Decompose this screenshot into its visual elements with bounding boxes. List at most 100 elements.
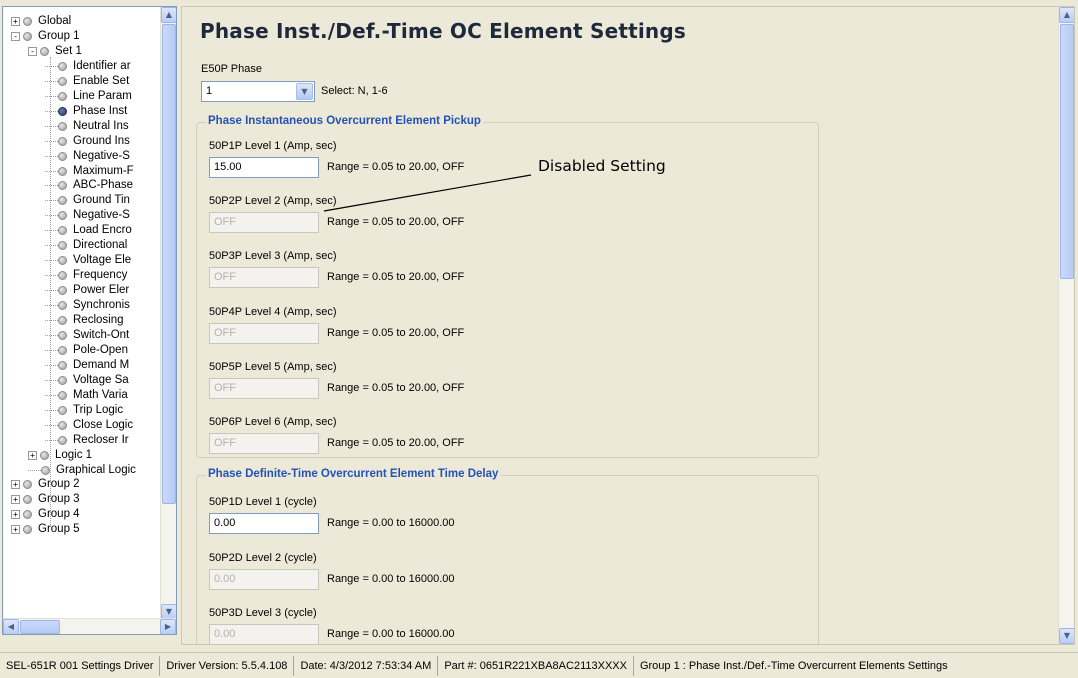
tree-connector: [45, 305, 58, 307]
node-icon: [58, 241, 67, 251]
tree-item-label: Negative-S: [73, 209, 130, 222]
delay-range-2: Range = 0.00 to 16000.00: [327, 572, 455, 585]
expand-icon[interactable]: +: [28, 450, 37, 460]
tree-item[interactable]: Negative-S: [45, 208, 130, 223]
delay-group-title: Phase Definite-Time Overcurrent Element …: [206, 468, 501, 480]
main-vertical-scrollbar[interactable]: ▲ ▼: [1058, 7, 1074, 644]
tree-item[interactable]: Negative-S: [45, 149, 130, 164]
tree-item[interactable]: Reclosing: [45, 313, 124, 328]
node-icon: [58, 271, 67, 281]
node-icon: [58, 301, 67, 311]
tree-item[interactable]: Phase Inst: [45, 104, 127, 119]
node-icon: [58, 345, 67, 355]
tree-horizontal-scrollbar[interactable]: ◀ ▶: [3, 618, 176, 634]
tree-item[interactable]: Neutral Ins: [45, 119, 129, 134]
node-icon: [58, 181, 67, 191]
tree-connector: [45, 320, 58, 321]
tree-connector: [45, 379, 58, 381]
node-icon: [40, 450, 49, 460]
tree-item[interactable]: Switch-Ont: [45, 328, 129, 343]
tree-item[interactable]: + Global: [11, 14, 71, 29]
tree-item-label: Pole-Open: [73, 343, 128, 356]
tree-item-label: Group 5: [38, 523, 80, 536]
scroll-left-icon[interactable]: ◀: [3, 619, 19, 634]
tree-item[interactable]: Math Varia: [45, 388, 128, 403]
status-driver: SEL-651R 001 Settings Driver: [0, 655, 161, 676]
tree-item[interactable]: Directional: [45, 238, 127, 253]
node-icon: [58, 91, 67, 101]
expand-icon[interactable]: +: [11, 17, 20, 26]
expand-icon[interactable]: +: [11, 510, 20, 520]
collapse-icon[interactable]: -: [11, 31, 20, 41]
e50p-select[interactable]: 1 ▼: [201, 81, 315, 102]
tree-item[interactable]: ABC-Phase: [45, 178, 133, 193]
status-context: Group 1 : Phase Inst./Def.-Time Overcurr…: [639, 659, 948, 672]
pickup-input-1[interactable]: 15.00: [209, 157, 319, 178]
tree-item[interactable]: Trip Logic: [45, 403, 123, 418]
tree-item[interactable]: Voltage Sa: [45, 373, 129, 388]
tree-item[interactable]: Power Eler: [45, 283, 129, 298]
node-icon: [58, 316, 67, 325]
collapse-icon[interactable]: -: [28, 46, 37, 56]
node-icon: [58, 136, 67, 146]
tree-item[interactable]: Recloser Ir: [45, 433, 129, 448]
tree-item-label: Enable Set: [73, 74, 130, 87]
status-bar: SEL-651R 001 Settings Driver Driver Vers…: [0, 652, 1078, 678]
node-icon: [58, 405, 67, 415]
tree-item[interactable]: Ground Ins: [45, 134, 130, 149]
expand-icon[interactable]: +: [11, 480, 20, 490]
tree-item[interactable]: + Group 3: [11, 492, 80, 507]
tree-item[interactable]: Maximum-F: [45, 164, 134, 179]
tree-item[interactable]: Synchronis: [45, 298, 130, 313]
tree-item-label: Reclosing: [73, 314, 124, 326]
tree-item-label: Maximum-F: [73, 164, 134, 177]
tree-item-label: Voltage Sa: [73, 373, 129, 386]
tree-vertical-scrollbar[interactable]: ▲ ▼: [160, 7, 176, 620]
tree-item[interactable]: + Logic 1: [28, 448, 92, 463]
tree-item[interactable]: Load Encro: [45, 223, 132, 238]
status-part-number: Part #: 0651R221XBA8AC2113XXXX: [438, 655, 634, 676]
node-icon: [23, 510, 32, 520]
delay-range-3: Range = 0.00 to 16000.00: [327, 628, 455, 640]
delay-input-1[interactable]: 0.00: [209, 513, 319, 534]
pickup-label-6: 50P6P Level 6 (Amp, sec): [209, 416, 337, 428]
e50p-hint: Select: N, 1-6: [321, 85, 388, 97]
scroll-down-icon[interactable]: ▼: [1059, 628, 1074, 644]
tree-item-label: Switch-Ont: [73, 328, 130, 341]
tree-item[interactable]: - Set 1: [28, 44, 82, 59]
tree-item[interactable]: + Group 5: [11, 522, 80, 537]
tree-item[interactable]: Frequency: [45, 268, 127, 283]
tree-item[interactable]: + Group 2: [11, 477, 80, 492]
chevron-down-icon[interactable]: ▼: [296, 83, 313, 100]
tree-hscroll-thumb[interactable]: [20, 620, 60, 634]
e50p-label: E50P Phase: [201, 63, 262, 75]
tree-item[interactable]: Graphical Logic: [28, 463, 136, 478]
page-title: Phase Inst./Def.-Time OC Element Setting…: [200, 19, 686, 43]
expand-icon[interactable]: +: [11, 495, 20, 505]
node-icon: [23, 31, 32, 41]
node-icon: [58, 286, 67, 296]
selected-node-icon: [58, 106, 67, 116]
tree-connector: [45, 170, 58, 172]
tree-item[interactable]: - Group 1: [11, 29, 80, 44]
tree-item[interactable]: Identifier ar: [45, 59, 131, 74]
tree-item-label: Logic 1: [55, 448, 93, 461]
tree-scroll-thumb[interactable]: [162, 24, 176, 504]
scroll-up-icon[interactable]: ▲: [161, 7, 176, 23]
tree-item[interactable]: Voltage Ele: [45, 253, 131, 268]
tree-item[interactable]: Demand M: [45, 358, 129, 373]
tree-item[interactable]: Ground Tin: [45, 193, 130, 208]
main-scroll-thumb[interactable]: [1060, 24, 1074, 279]
tree-item[interactable]: Line Param: [45, 89, 132, 104]
scroll-up-icon[interactable]: ▲: [1059, 7, 1074, 23]
expand-icon[interactable]: +: [11, 525, 20, 535]
tree-item[interactable]: + Group 4: [11, 507, 80, 522]
scroll-right-icon[interactable]: ▶: [160, 619, 176, 634]
tree-item[interactable]: Pole-Open: [45, 343, 128, 358]
tree-item[interactable]: Close Logic: [45, 418, 133, 433]
tree-item-label: ABC-Phase: [73, 179, 134, 192]
tree-item[interactable]: Enable Set: [45, 74, 129, 89]
tree-item-label: Directional: [73, 239, 128, 252]
e50p-select-value: 1: [206, 85, 213, 97]
tree-item-label: Ground Ins: [73, 134, 130, 147]
